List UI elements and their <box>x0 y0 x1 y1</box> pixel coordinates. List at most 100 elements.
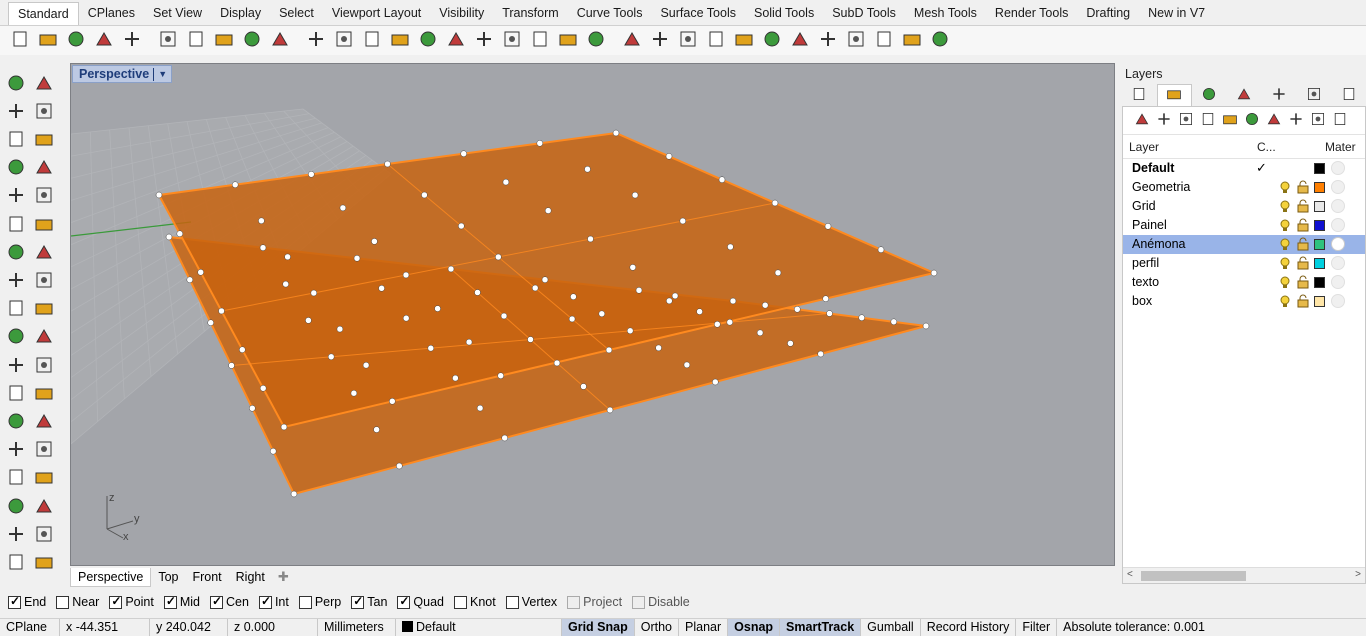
mirror-tool-button[interactable] <box>32 439 56 463</box>
fillet-tool-button[interactable] <box>32 298 56 322</box>
visibility-bulb-icon[interactable] <box>1278 199 1292 213</box>
project-tool-button[interactable] <box>4 523 28 547</box>
layer-button[interactable] <box>676 29 700 53</box>
rectangle-tool-button[interactable] <box>32 157 56 181</box>
checkbox[interactable] <box>8 594 21 609</box>
boolean-tool-button[interactable] <box>4 298 28 322</box>
checkbox[interactable] <box>454 595 467 609</box>
visibility-bulb-icon[interactable] <box>1278 294 1292 308</box>
osnap-mid[interactable]: Mid <box>163 594 200 609</box>
layer-name[interactable]: perfil <box>1132 256 1159 270</box>
grid-button[interactable] <box>556 29 580 53</box>
move-tool-button[interactable] <box>32 495 56 519</box>
checkbox[interactable] <box>258 594 272 609</box>
checkbox[interactable] <box>505 595 519 609</box>
viewport-perspective[interactable]: z yx Perspective ▼ <box>70 63 1115 566</box>
group-tool-button[interactable] <box>4 354 28 378</box>
join-tool-button[interactable] <box>4 326 28 350</box>
tab-viewport-layout[interactable]: Viewport Layout <box>323 2 430 25</box>
osnap-perp[interactable]: Perp <box>298 595 341 609</box>
layer-name[interactable]: Grid <box>1132 199 1156 213</box>
text-tool-button[interactable] <box>4 410 28 434</box>
render-tool-button[interactable] <box>32 551 56 575</box>
checkbox[interactable] <box>210 594 223 609</box>
panel-tab-paint[interactable] <box>1227 84 1262 106</box>
layer-name[interactable]: box <box>1132 294 1152 308</box>
osnap-disable[interactable]: Disable <box>632 595 690 609</box>
solid-tool-button[interactable] <box>4 551 28 575</box>
panel-tab-folder[interactable] <box>1261 84 1296 106</box>
layer-name[interactable]: texto <box>1132 275 1159 289</box>
toggle-osnap[interactable]: Osnap <box>728 618 781 636</box>
visibility-bulb-icon[interactable] <box>1278 256 1292 270</box>
circle-tool-button[interactable] <box>4 128 28 152</box>
tab-mesh-tools[interactable]: Mesh Tools <box>905 2 986 25</box>
options-button[interactable] <box>844 29 868 53</box>
pan-button[interactable] <box>268 29 292 53</box>
visibility-bulb-icon[interactable] <box>1278 180 1292 194</box>
osnap-int[interactable]: Int <box>258 594 289 609</box>
new-layer-button[interactable] <box>1131 110 1153 132</box>
panel-tab-display[interactable] <box>1296 84 1331 106</box>
visibility-bulb-icon[interactable] <box>1278 237 1292 251</box>
zoom-selected-button[interactable] <box>416 29 440 53</box>
visibility-bulb-icon[interactable] <box>1278 275 1292 289</box>
tools-button[interactable] <box>1307 110 1329 132</box>
view-tab-right[interactable]: Right <box>229 568 272 587</box>
checkbox[interactable] <box>298 595 312 609</box>
tab-new-in-v7[interactable]: New in V7 <box>1139 2 1214 25</box>
extrude-tool-button[interactable] <box>32 213 56 237</box>
layer-material-icon[interactable] <box>1331 294 1345 308</box>
analysis-button[interactable] <box>816 29 840 53</box>
zoom-extents-button[interactable] <box>388 29 412 53</box>
lock-open-icon[interactable] <box>1296 218 1310 232</box>
viewport-scene[interactable]: z yx <box>71 64 1115 566</box>
tab-set-view[interactable]: Set View <box>144 2 211 25</box>
split-tool-button[interactable] <box>4 382 28 406</box>
tab-cplanes[interactable]: CPlanes <box>79 2 144 25</box>
explode-tool-button[interactable] <box>32 326 56 350</box>
polygon-tool-button[interactable] <box>4 157 28 181</box>
scroll-right-icon[interactable]: > <box>1355 569 1361 580</box>
points-button[interactable] <box>584 29 608 53</box>
print-button[interactable] <box>92 29 116 53</box>
layer-color-swatch[interactable] <box>1314 201 1325 212</box>
surface-tool-button[interactable] <box>4 213 28 237</box>
undo-button[interactable] <box>240 29 264 53</box>
layer-row[interactable]: texto <box>1123 273 1365 292</box>
point-tool-button[interactable] <box>32 72 56 96</box>
rotate-view-button[interactable] <box>304 29 328 53</box>
tab-drafting[interactable]: Drafting <box>1077 2 1139 25</box>
helix-tool-button[interactable] <box>32 185 56 209</box>
move-left-button[interactable] <box>1241 110 1263 132</box>
osnap-cen[interactable]: Cen <box>210 594 249 609</box>
lock-open-icon[interactable] <box>1296 294 1310 308</box>
move-down-button[interactable] <box>1219 110 1241 132</box>
material-button[interactable] <box>732 29 756 53</box>
toggle-grid-snap[interactable]: Grid Snap <box>562 618 635 636</box>
layer-name[interactable]: Anémona <box>1132 237 1186 251</box>
tab-curve-tools[interactable]: Curve Tools <box>568 2 652 25</box>
help-button[interactable] <box>1329 110 1351 132</box>
layer-row[interactable]: Painel <box>1123 216 1365 235</box>
cylinder-tool-button[interactable] <box>4 269 28 293</box>
layer-row[interactable]: Geometria <box>1123 178 1365 197</box>
layer-material-icon[interactable] <box>1331 218 1345 232</box>
toggle-planar[interactable]: Planar <box>679 618 729 636</box>
panel-tab-color-wheel[interactable] <box>1122 84 1157 106</box>
viewport-layout-button[interactable] <box>472 29 496 53</box>
arc-tool-button[interactable] <box>32 128 56 152</box>
sphere-tool-button[interactable] <box>32 241 56 265</box>
tab-render-tools[interactable]: Render Tools <box>986 2 1077 25</box>
layer-row[interactable]: Default ✓ <box>1123 159 1365 178</box>
osnap-knot[interactable]: Knot <box>454 595 496 609</box>
checkbox[interactable] <box>567 595 581 609</box>
select-tool-button[interactable] <box>4 72 28 96</box>
current-layer-indicator[interactable]: Default <box>396 618 562 636</box>
cage-tool-button[interactable] <box>4 467 28 491</box>
save-button[interactable] <box>64 29 88 53</box>
view-tab-perspective[interactable]: Perspective <box>70 567 152 587</box>
layer-row[interactable]: Anémona <box>1123 235 1365 254</box>
layer-color-swatch[interactable] <box>1314 258 1325 269</box>
zoom-window-button[interactable] <box>360 29 384 53</box>
